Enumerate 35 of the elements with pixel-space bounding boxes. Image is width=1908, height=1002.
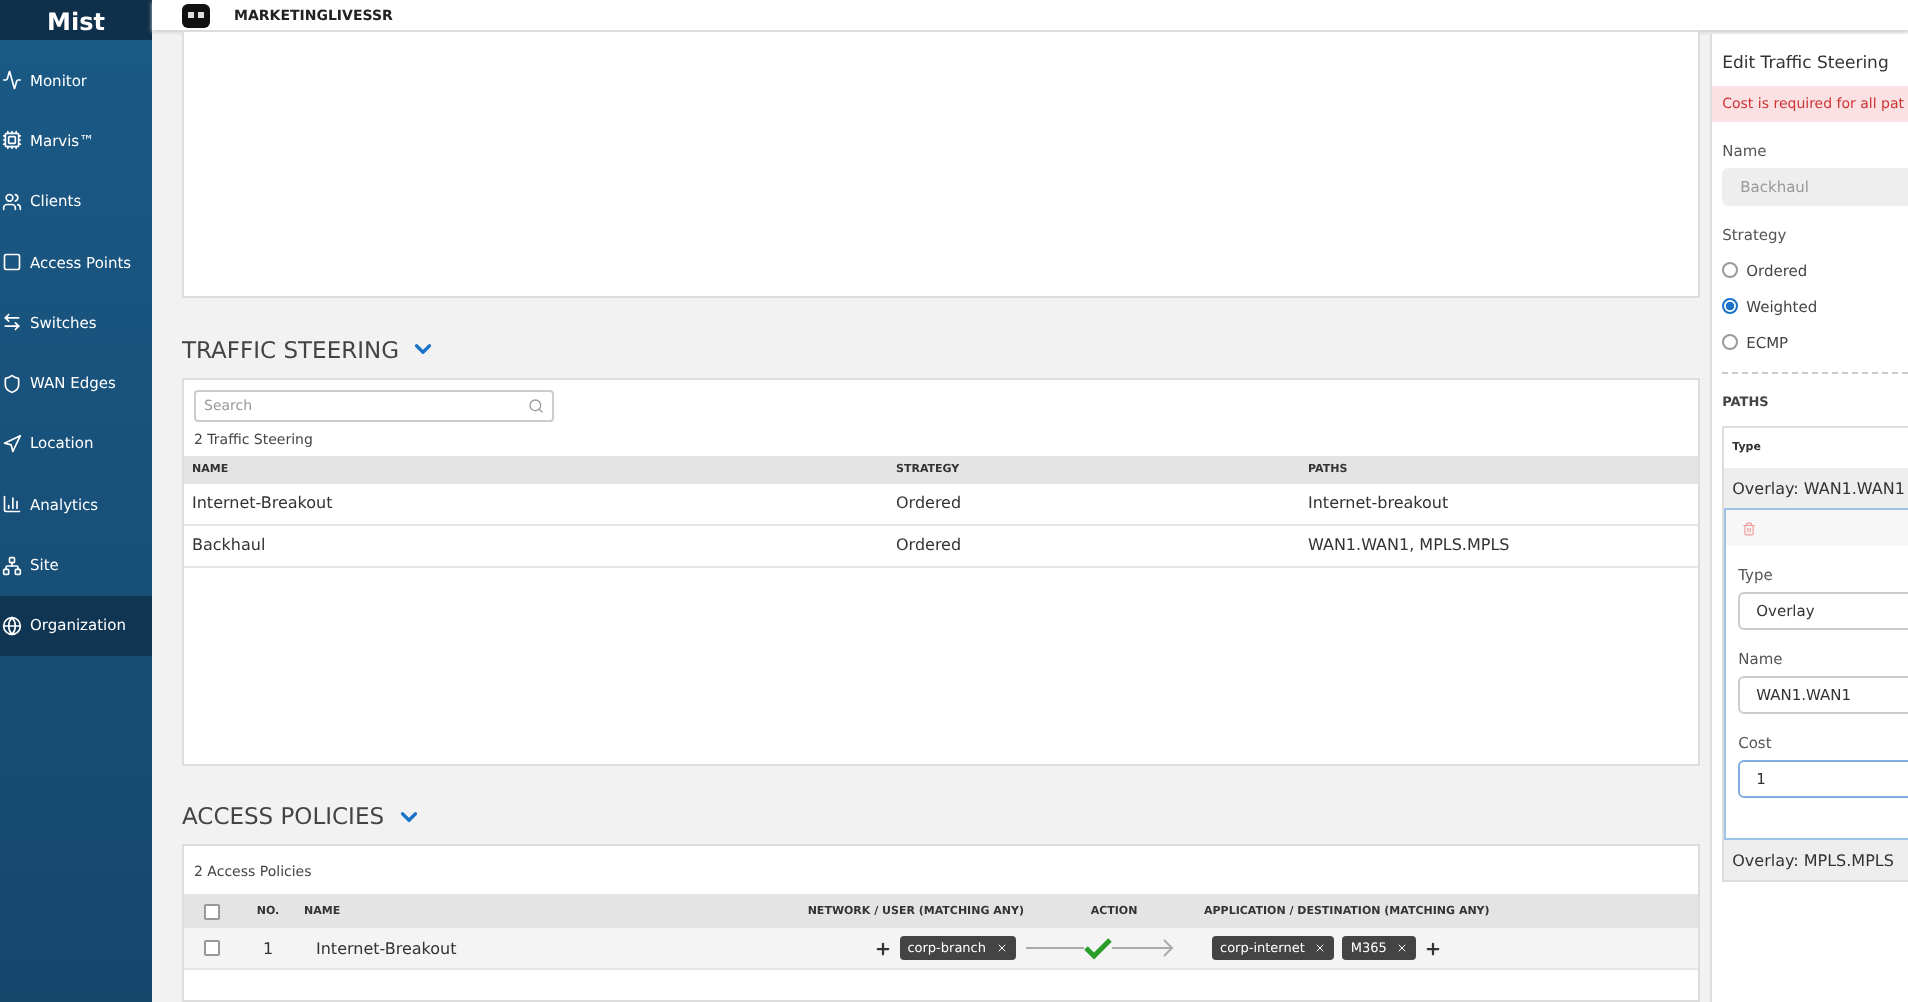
search-icon	[528, 397, 544, 414]
add-icon[interactable]	[1424, 939, 1443, 958]
nav-icon	[2, 252, 22, 273]
table-cell-text: Internet-breakout	[1308, 494, 1451, 513]
remove-icon[interactable]	[1314, 942, 1327, 955]
table-cell-text: Backhaul	[192, 536, 268, 555]
table-cell-text: 1	[260, 939, 276, 958]
table-cell-text: Ordered	[896, 494, 964, 513]
section-title: TRAFFIC STEERING	[182, 335, 399, 364]
row-checkbox[interactable]	[204, 940, 220, 957]
nav-icon	[2, 373, 22, 394]
nav-icon	[2, 70, 22, 91]
remove-icon[interactable]	[996, 942, 1008, 955]
nav-icon	[2, 130, 22, 151]
add-icon[interactable]	[873, 939, 892, 958]
table-cell-text: Internet-Breakout	[192, 494, 335, 513]
path-row[interactable]: Overlay: MPLS.MPLS	[1724, 840, 1908, 880]
nav-icon	[2, 433, 22, 454]
select-all-checkbox[interactable]	[204, 903, 220, 920]
mist-logo: Mist	[0, 0, 152, 40]
nav-icon	[2, 312, 22, 333]
nav-icon	[2, 555, 22, 576]
nav-icon	[2, 494, 22, 515]
path-row[interactable]: Overlay: WAN1.WAN1	[1724, 468, 1908, 508]
nav-icon	[2, 191, 22, 212]
table-cell-text: Ordered	[896, 536, 964, 555]
table-cell-text: WAN1.WAN1, MPLS.MPLS	[1308, 536, 1512, 555]
table-cell-text: Internet-Breakout	[314, 939, 459, 958]
nav-icon	[2, 615, 22, 636]
table-row[interactable]: Internet-Breakout Ordered Internet-breakout	[184, 483, 1699, 526]
remove-icon[interactable]	[1396, 942, 1409, 955]
org-icon	[182, 3, 210, 27]
section-title: ACCESS POLICIES	[182, 802, 385, 831]
panel-title: Edit Traffic Steering	[1722, 54, 1891, 78]
table-row[interactable]: Backhaul Ordered WAN1.WAN1, MPLS.MPLS	[184, 525, 1699, 568]
